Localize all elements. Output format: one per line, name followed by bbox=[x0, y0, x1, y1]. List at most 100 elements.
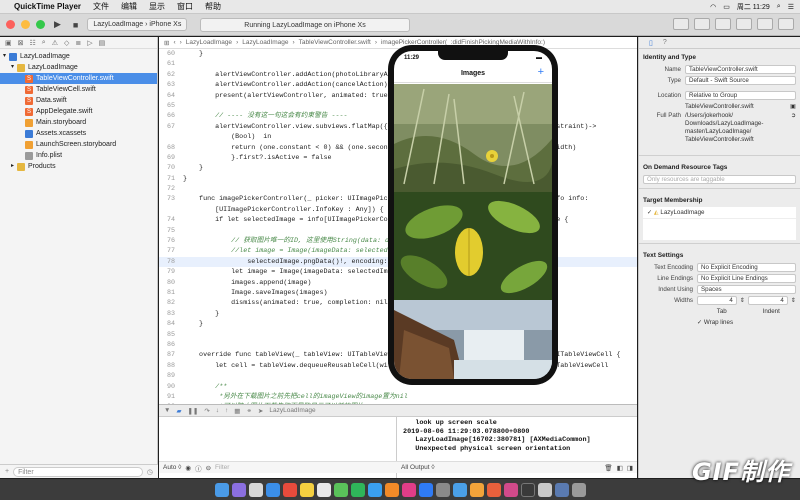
indent-width-field[interactable]: 4 bbox=[748, 296, 788, 305]
code-line[interactable]: 90 /** bbox=[159, 382, 637, 392]
notes-icon[interactable] bbox=[299, 482, 314, 497]
find-tab-icon[interactable]: ⌕ bbox=[42, 39, 46, 46]
safari-icon[interactable] bbox=[265, 482, 280, 497]
tree-item-data[interactable]: S Data.swift bbox=[0, 95, 157, 106]
tab-width-field[interactable]: 4 bbox=[697, 296, 737, 305]
simulator-icon[interactable] bbox=[537, 482, 552, 497]
system-preferences-icon[interactable] bbox=[435, 482, 450, 497]
editor-standard-button[interactable] bbox=[694, 18, 710, 30]
quick-look-icon[interactable]: ◉ bbox=[185, 464, 191, 472]
tree-item-group[interactable]: ▾ LazyLoadImage bbox=[0, 62, 157, 73]
trash-dock-icon[interactable] bbox=[571, 482, 586, 497]
finder-icon[interactable] bbox=[214, 482, 229, 497]
jumpbar-file[interactable]: TableViewController.swift bbox=[299, 39, 371, 46]
step-in-icon[interactable]: ↓ bbox=[216, 407, 219, 414]
symbol-tab-icon[interactable]: ☷ bbox=[30, 39, 36, 47]
tree-item-info-plist[interactable]: Info.plist bbox=[0, 150, 157, 161]
library-button[interactable] bbox=[673, 18, 689, 30]
type-select[interactable]: Default - Swift Source bbox=[685, 76, 796, 85]
tree-item-products[interactable]: ▸ Products bbox=[0, 161, 157, 172]
menu-list-icon[interactable]: ☰ bbox=[788, 3, 794, 11]
variables-filter-input[interactable]: Filter bbox=[215, 464, 229, 471]
odr-tags-input[interactable]: Only resources are taggable bbox=[643, 175, 796, 184]
stop-button[interactable]: ■ bbox=[70, 20, 81, 30]
simulate-location-icon[interactable]: ➤ bbox=[258, 407, 263, 415]
menu-clock[interactable]: 周二 11:29 bbox=[737, 2, 770, 12]
navigator-filter-input[interactable]: Filter bbox=[13, 466, 143, 477]
view-debugger-icon[interactable]: ▦ bbox=[234, 407, 240, 415]
toggle-inspector-button[interactable] bbox=[778, 18, 794, 30]
location-select[interactable]: Relative to Group bbox=[685, 91, 796, 100]
trash-icon[interactable]: 🗑 bbox=[604, 464, 612, 472]
menu-help[interactable]: 帮助 bbox=[205, 1, 221, 12]
forward-icon[interactable]: › bbox=[180, 39, 182, 46]
folder-reveal-icon[interactable]: ▣ bbox=[790, 103, 796, 110]
zoom-window-button[interactable] bbox=[36, 20, 45, 29]
name-field[interactable]: TableViewController.swift bbox=[685, 65, 796, 74]
back-icon[interactable]: ‹ bbox=[173, 39, 175, 46]
split-left-icon[interactable]: ◧ bbox=[617, 464, 623, 472]
wechat-icon[interactable] bbox=[350, 482, 365, 497]
jumpbar-project[interactable]: LazyLoadImage bbox=[186, 39, 232, 46]
photos-icon[interactable] bbox=[384, 482, 399, 497]
quick-help-icon[interactable]: ? bbox=[663, 39, 667, 46]
battery-icon[interactable]: ▭ bbox=[723, 3, 730, 11]
menu-edit[interactable]: 编辑 bbox=[121, 1, 137, 12]
step-over-icon[interactable]: ↷ bbox=[204, 407, 209, 415]
jumpbar-group[interactable]: LazyLoadImage bbox=[242, 39, 288, 46]
variables-mode-select[interactable]: Auto ◊ bbox=[163, 464, 181, 471]
info-icon[interactable]: ⓘ bbox=[195, 463, 202, 473]
messages-icon[interactable] bbox=[333, 482, 348, 497]
minimize-window-button[interactable] bbox=[21, 20, 30, 29]
wrap-lines-checkbox[interactable]: ✓ bbox=[697, 319, 702, 326]
menu-file[interactable]: 文件 bbox=[93, 1, 109, 12]
qq-icon[interactable] bbox=[367, 482, 382, 497]
xcode-icon[interactable] bbox=[452, 482, 467, 497]
add-image-button[interactable]: + bbox=[538, 66, 544, 78]
menu-view[interactable]: 显示 bbox=[149, 1, 165, 12]
reveal-in-finder-icon[interactable]: ➲ bbox=[791, 112, 796, 119]
tree-item-assets[interactable]: Assets.xcassets bbox=[0, 128, 157, 139]
menu-app-name[interactable]: QuickTime Player bbox=[14, 2, 81, 11]
image-cell-grass[interactable] bbox=[394, 84, 552, 192]
memory-graph-icon[interactable]: ⚭ bbox=[246, 407, 251, 415]
menu-window[interactable]: 窗口 bbox=[177, 1, 193, 12]
issue-tab-icon[interactable]: ⚠ bbox=[52, 39, 58, 47]
tree-item-main-storyboard[interactable]: Main.storyboard bbox=[0, 117, 157, 128]
close-window-button[interactable] bbox=[6, 20, 15, 29]
siri-icon[interactable] bbox=[231, 482, 246, 497]
editor-assistant-button[interactable] bbox=[715, 18, 731, 30]
indent-stepper[interactable]: ⇕ bbox=[788, 297, 796, 304]
app-icon-purple[interactable] bbox=[503, 482, 518, 497]
line-endings-select[interactable]: No Explicit Line Endings bbox=[697, 274, 796, 283]
itunes-icon[interactable] bbox=[401, 482, 416, 497]
tree-item-tableviewcell[interactable]: S TableViewCell.swift bbox=[0, 84, 157, 95]
tree-item-appdelegate[interactable]: S AppDelegate.swift bbox=[0, 106, 157, 117]
related-items-icon[interactable]: ⊞ bbox=[164, 39, 169, 47]
hide-debug-icon[interactable]: ▼ bbox=[164, 407, 170, 414]
encoding-select[interactable]: No Explicit Encoding bbox=[697, 263, 796, 272]
image-cell-waterfall[interactable] bbox=[394, 300, 552, 379]
toggle-navigator-button[interactable] bbox=[736, 18, 752, 30]
debug-tab-icon[interactable]: ≣ bbox=[75, 39, 81, 47]
tree-item-project[interactable]: ▾ LazyLoadImage bbox=[0, 51, 157, 62]
calendar-icon[interactable] bbox=[316, 482, 331, 497]
run-button[interactable]: ▶ bbox=[51, 19, 64, 30]
tab-stepper[interactable]: ⇕ bbox=[737, 297, 748, 304]
wifi-icon[interactable]: ◠ bbox=[710, 3, 716, 11]
tree-item-tableviewcontroller[interactable]: S TableViewController.swift bbox=[0, 73, 157, 84]
terminal-icon[interactable] bbox=[520, 482, 535, 497]
breakpoint-tab-icon[interactable]: ▷ bbox=[87, 39, 92, 47]
image-cell-leaves[interactable] bbox=[394, 192, 552, 300]
toggle-debug-area-button[interactable] bbox=[757, 18, 773, 30]
file-inspector-icon[interactable]: ▯ bbox=[649, 39, 653, 47]
test-tab-icon[interactable]: ◇ bbox=[64, 39, 69, 47]
source-control-tab-icon[interactable]: ⊠ bbox=[18, 39, 24, 47]
split-right-icon[interactable]: ◨ bbox=[627, 464, 633, 472]
console-output-select[interactable]: All Output ◊ bbox=[401, 464, 435, 471]
breakpoints-toggle-icon[interactable]: ▰ bbox=[176, 407, 181, 415]
quicktime-icon[interactable] bbox=[554, 482, 569, 497]
code-line[interactable]: 91 *另外在下载图片之前先把cell的imageView的image置为nil bbox=[159, 392, 637, 402]
git-client-icon[interactable] bbox=[486, 482, 501, 497]
pause-icon[interactable]: ❚❚ bbox=[187, 407, 198, 415]
